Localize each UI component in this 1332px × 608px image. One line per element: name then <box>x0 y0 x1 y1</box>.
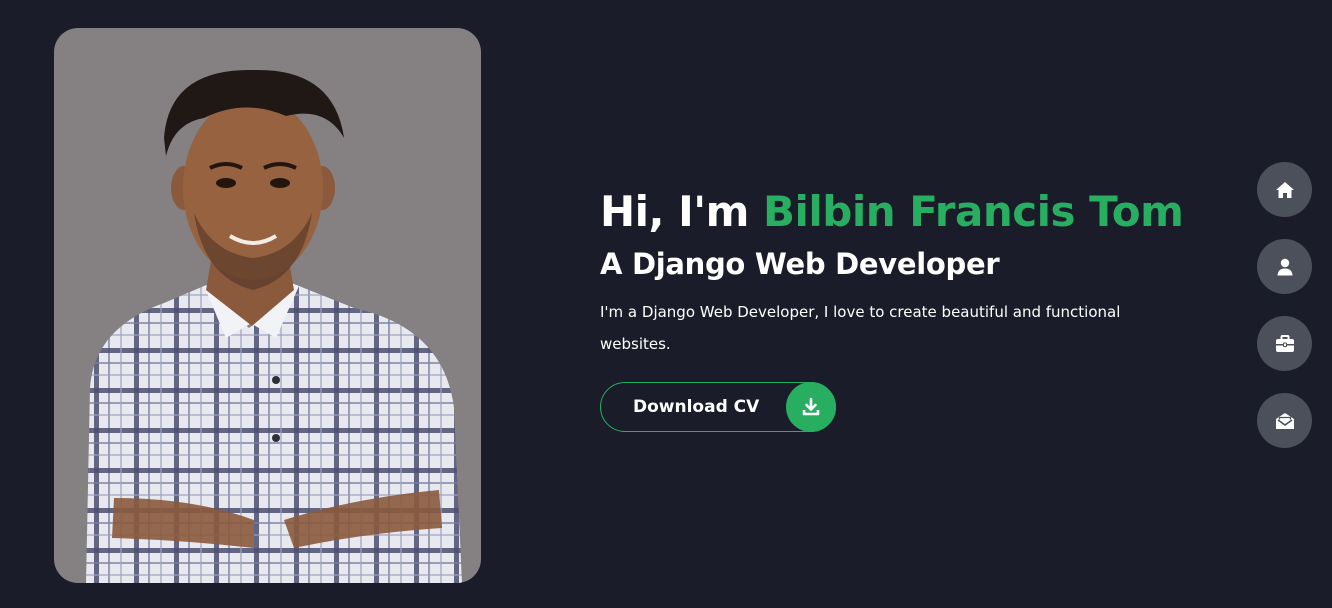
nav-about-button[interactable] <box>1257 239 1312 294</box>
hero-description: I'm a Django Web Developer, I love to cr… <box>600 303 1121 353</box>
download-cv-button[interactable]: Download CV <box>600 382 836 432</box>
envelope-open-icon <box>1275 412 1294 429</box>
hero-headline: Hi, I'm Bilbin Francis Tom <box>600 186 1220 238</box>
user-icon <box>1277 258 1292 275</box>
briefcase-icon <box>1275 334 1294 352</box>
download-cv-label: Download CV <box>633 397 760 417</box>
hero-content: Hi, I'm Bilbin Francis Tom A Django Web … <box>600 186 1220 360</box>
nav-home-button[interactable] <box>1257 162 1312 217</box>
profile-photo <box>54 28 481 583</box>
developer-name: Bilbin Francis Tom <box>763 187 1184 236</box>
greeting-text: Hi, I'm <box>600 187 763 236</box>
hero-page: Hi, I'm Bilbin Francis Tom A Django Web … <box>0 0 1332 608</box>
role-title: A Django Web Developer <box>600 247 1000 281</box>
home-icon <box>1275 181 1294 198</box>
nav-contact-button[interactable] <box>1257 393 1312 448</box>
nav-portfolio-button[interactable] <box>1257 316 1312 371</box>
download-icon <box>786 382 836 432</box>
side-nav <box>1257 162 1312 470</box>
